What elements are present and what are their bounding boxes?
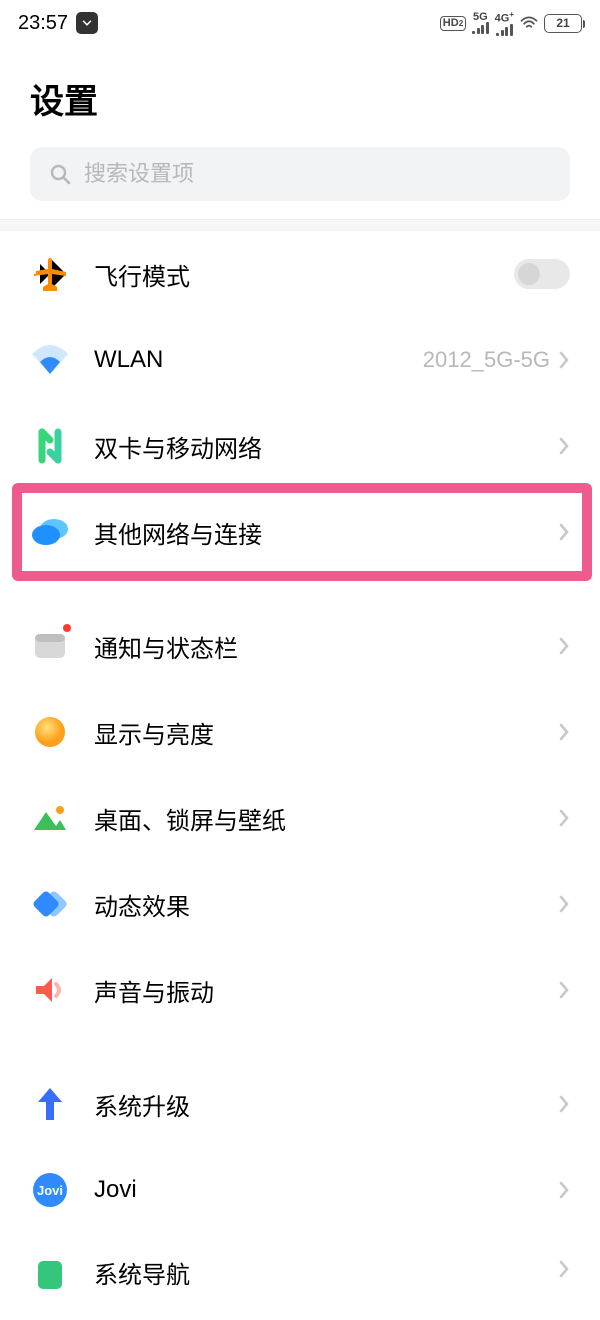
hd-icon: HD2: [440, 16, 466, 31]
status-right: HD2 5G 4G+ 21: [440, 10, 582, 36]
chevron-right-icon: [558, 808, 570, 828]
wlan-value: 2012_5G-5G: [423, 347, 550, 373]
row-label: 系统导航: [94, 1255, 558, 1290]
row-label: 桌面、锁屏与壁纸: [94, 801, 558, 836]
chevron-right-icon: [558, 1180, 570, 1200]
sound-icon: [30, 970, 70, 1010]
chevron-right-icon: [558, 894, 570, 914]
section-spacer: [0, 575, 600, 603]
row-label: 系统升级: [94, 1087, 558, 1122]
svg-text:Jovi: Jovi: [37, 1183, 63, 1198]
row-sound-vibration[interactable]: 声音与振动: [0, 947, 600, 1033]
brightness-icon: [30, 712, 70, 752]
chevron-right-icon: [558, 636, 570, 656]
connections-icon: [30, 512, 70, 552]
notification-tray-icon: [76, 12, 98, 34]
chevron-right-icon: [558, 522, 570, 542]
row-label: Jovi: [94, 1176, 558, 1204]
sim-icon: [30, 426, 70, 466]
row-system-navigation[interactable]: 系统导航: [0, 1233, 600, 1295]
status-bar: 23:57 HD2 5G 4G+ 21: [0, 0, 600, 46]
search-icon: [48, 162, 72, 186]
row-label: 通知与状态栏: [94, 629, 558, 664]
row-dual-sim[interactable]: 双卡与移动网络: [0, 403, 600, 489]
status-left: 23:57: [18, 12, 98, 35]
page-title: 设置: [30, 74, 570, 123]
row-label: WLAN: [94, 346, 423, 374]
notification-icon: [30, 626, 70, 666]
row-system-update[interactable]: 系统升级: [0, 1061, 600, 1147]
status-time: 23:57: [18, 12, 68, 35]
search-box[interactable]: [30, 147, 570, 201]
signal-1-icon: 5G: [472, 13, 489, 34]
airplane-toggle[interactable]: [514, 259, 570, 289]
section-spacer: [0, 1033, 600, 1061]
chevron-right-icon: [558, 1259, 570, 1279]
chevron-right-icon: [558, 980, 570, 1000]
row-other-connections[interactable]: 其他网络与连接: [0, 489, 600, 575]
row-label: 其他网络与连接: [94, 515, 558, 550]
chevron-right-icon: [558, 722, 570, 742]
row-notifications-statusbar[interactable]: 通知与状态栏: [0, 603, 600, 689]
motion-icon: [30, 884, 70, 924]
battery-icon: 21: [544, 14, 582, 33]
section-divider: [0, 219, 600, 231]
wifi-icon: [520, 16, 538, 30]
row-desktop-lock-wallpaper[interactable]: 桌面、锁屏与壁纸: [0, 775, 600, 861]
row-airplane-mode[interactable]: 飞行模式: [0, 231, 600, 317]
row-label: 飞行模式: [94, 257, 514, 292]
system-update-icon: [30, 1084, 70, 1124]
row-label: 声音与振动: [94, 973, 558, 1008]
wifi-settings-icon: [30, 340, 70, 380]
wallpaper-icon: [30, 798, 70, 838]
page-header: 设置: [0, 46, 600, 135]
row-jovi[interactable]: Jovi Jovi: [0, 1147, 600, 1233]
row-display-brightness[interactable]: 显示与亮度: [0, 689, 600, 775]
airplane-icon: [30, 254, 70, 294]
row-label: 双卡与移动网络: [94, 429, 558, 464]
chevron-right-icon: [558, 436, 570, 456]
row-label: 动态效果: [94, 887, 558, 922]
row-label: 显示与亮度: [94, 715, 558, 750]
chevron-right-icon: [558, 1094, 570, 1114]
chevron-right-icon: [558, 350, 570, 370]
row-motion-effects[interactable]: 动态效果: [0, 861, 600, 947]
jovi-icon: Jovi: [30, 1170, 70, 1210]
row-wlan[interactable]: WLAN 2012_5G-5G: [0, 317, 600, 403]
signal-2-icon: 4G+: [495, 10, 514, 36]
search-input[interactable]: [84, 161, 552, 187]
navigation-icon: [30, 1255, 70, 1295]
